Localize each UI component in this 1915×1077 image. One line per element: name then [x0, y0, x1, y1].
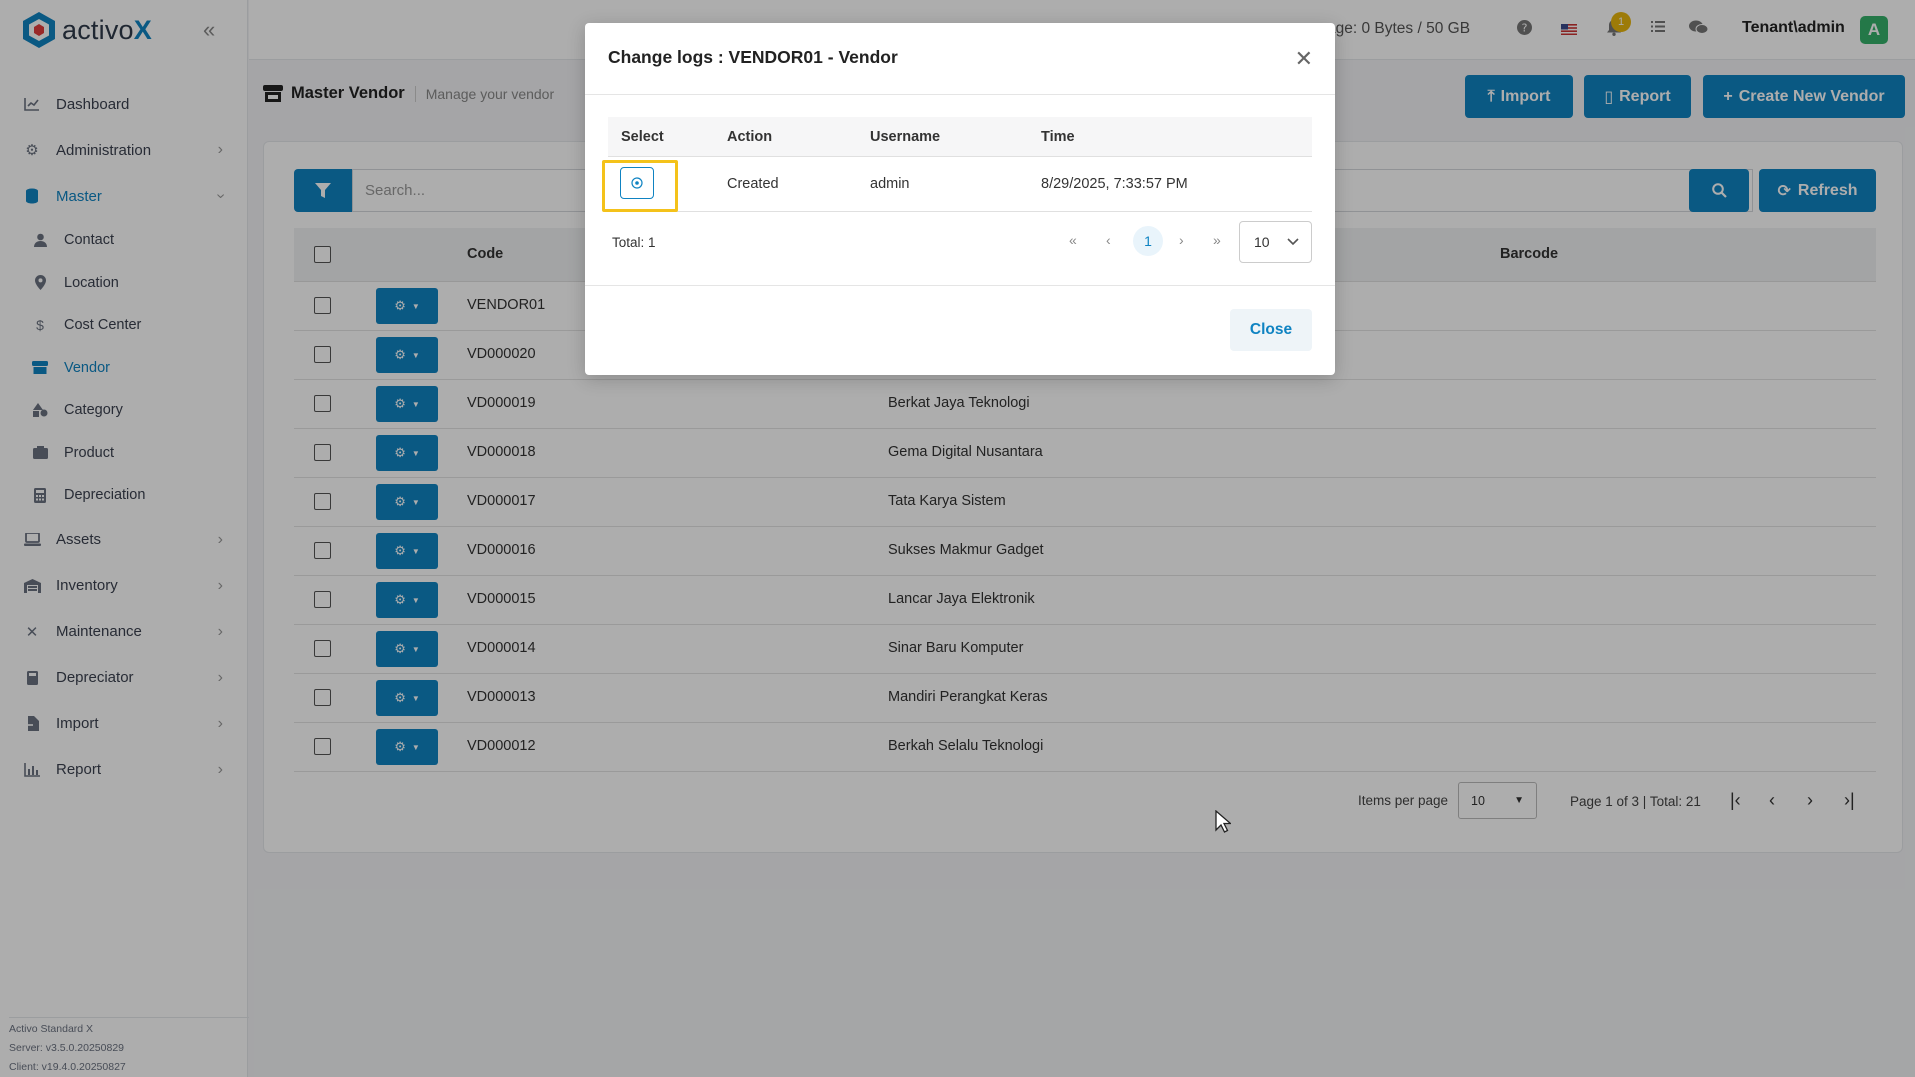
page-size-select[interactable]: 10 [1239, 221, 1312, 263]
first-page-icon[interactable]: « [1069, 232, 1077, 248]
circle-dot-icon [631, 177, 643, 189]
view-log-button[interactable] [620, 167, 654, 199]
table-row: Created admin 8/29/2025, 7:33:57 PM [602, 157, 1312, 212]
divider [585, 94, 1335, 95]
column-header-action: Action [727, 129, 773, 145]
mouse-cursor-icon [1215, 810, 1231, 833]
column-header-time: Time [1041, 129, 1075, 145]
column-header-username: Username [870, 129, 941, 145]
close-icon[interactable]: ✕ [1295, 46, 1313, 72]
log-time: 8/29/2025, 7:33:57 PM [1041, 176, 1188, 192]
last-page-icon[interactable]: » [1213, 232, 1221, 248]
close-button[interactable]: Close [1230, 309, 1312, 351]
log-username: admin [870, 176, 910, 192]
next-page-icon[interactable]: › [1179, 232, 1184, 248]
log-action: Created [727, 176, 779, 192]
divider [585, 285, 1335, 286]
prev-page-icon[interactable]: ‹ [1106, 232, 1111, 248]
chevron-down-icon [1287, 238, 1299, 246]
column-header-select: Select [621, 129, 664, 145]
modal-table-header: Select Action Username Time [608, 117, 1312, 157]
current-page[interactable]: 1 [1133, 226, 1163, 256]
change-logs-modal: Change logs : VENDOR01 - Vendor ✕ Select… [585, 23, 1335, 375]
modal-total: Total: 1 [612, 235, 656, 250]
modal-title: Change logs : VENDOR01 - Vendor [608, 47, 898, 67]
